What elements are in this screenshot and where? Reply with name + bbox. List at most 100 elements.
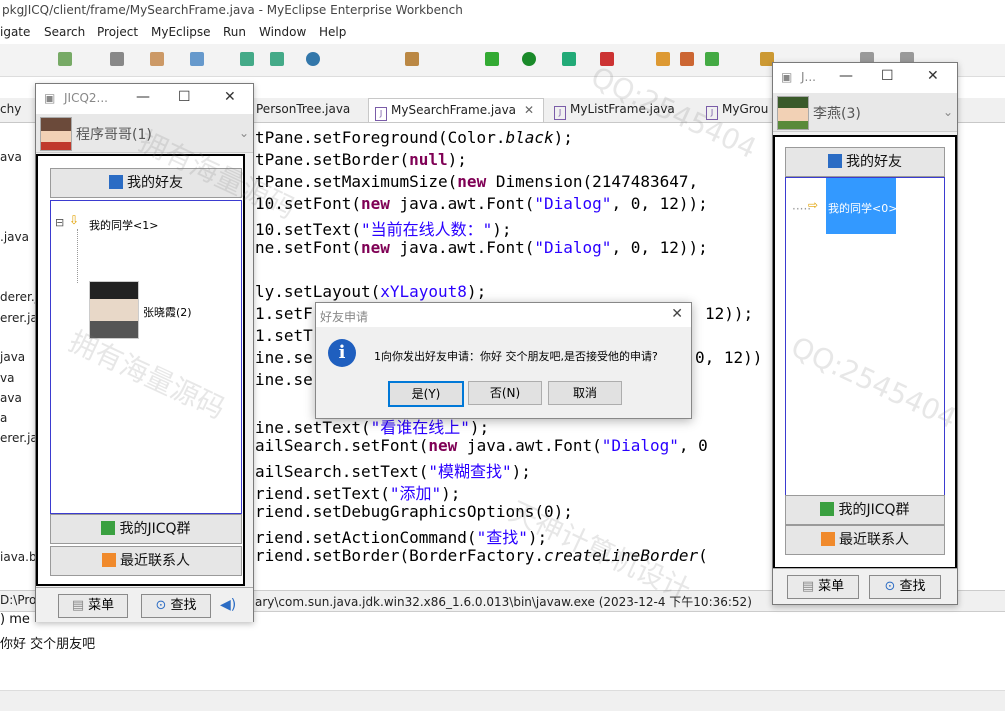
friend-tree: ⊟ ⇩ 我的同学<1> 张晓霞(2): [50, 200, 242, 514]
package-item[interactable]: ava: [0, 150, 22, 164]
chevron-down-icon[interactable]: ⌄: [943, 105, 953, 119]
my-friends-button[interactable]: 我的好友: [50, 168, 242, 198]
java-file-icon: J: [706, 106, 718, 120]
code-line: 10.setText("当前在线人数：");: [255, 220, 512, 239]
code-line: riend.setBorder(BorderFactory.createLine…: [255, 546, 708, 565]
run-icon[interactable]: [522, 52, 536, 66]
group-label[interactable]: 我的同学<0>: [828, 200, 897, 216]
group-icon: [820, 502, 835, 516]
eclipse-title: pkgJICQ/client/frame/MySearchFrame.java …: [2, 3, 463, 17]
user-name: 李燕(3): [813, 106, 861, 122]
folder-arrow-icon: ⇩: [69, 213, 80, 227]
browser-icon[interactable]: [306, 52, 320, 66]
group-label[interactable]: 我的同学<1>: [89, 217, 158, 233]
contact-avatar: [89, 281, 139, 339]
recent-contacts-button[interactable]: 最近联系人: [50, 546, 242, 576]
friends-panel: 我的好友 ⊟ ⇩ 我的同学<1> 张晓霞(2) 我的JICQ群 最近联系人: [36, 154, 245, 586]
jicq-group-button[interactable]: 我的JICQ群: [785, 495, 945, 525]
new-package-icon[interactable]: [656, 52, 670, 66]
search-icon: ⊙: [884, 579, 896, 594]
code-line: ailSearch.setText("模糊查找");: [255, 462, 531, 481]
package-item[interactable]: a: [0, 411, 7, 425]
tab-mysearchframe[interactable]: J MySearchFrame.java ✕: [368, 98, 544, 122]
menu-myeclipse[interactable]: MyEclipse: [151, 25, 211, 39]
menu-button[interactable]: ▤ 菜单: [58, 594, 128, 618]
user-selector[interactable]: 李燕(3) ⌄: [773, 93, 957, 132]
maximize-icon[interactable]: ☐: [178, 89, 191, 105]
open-type-icon[interactable]: [405, 52, 419, 66]
package-item[interactable]: .java: [0, 230, 29, 244]
jicq-window-left: ▣ JICQ2... — ☐ ✕ 程序哥哥(1) ⌄ 我的好友 ⊟ ⇩ 我的同学…: [35, 83, 254, 622]
package-item[interactable]: ava: [0, 391, 22, 405]
code-line: tPane.setForeground(Color.black);: [255, 128, 573, 147]
deploy-icon[interactable]: [190, 52, 204, 66]
jicq-group-button[interactable]: 我的JICQ群: [50, 514, 242, 544]
code-line: ine.se: [255, 370, 313, 389]
menu-run[interactable]: Run: [223, 25, 246, 39]
console-path: ary\com.sun.java.jdk.win32.x86_1.6.0.013…: [255, 595, 752, 609]
menu-icon: ▤: [801, 579, 815, 594]
package-item[interactable]: va: [0, 371, 14, 385]
build-icon[interactable]: [150, 52, 164, 66]
menu-help[interactable]: Help: [319, 25, 346, 39]
menu-window[interactable]: Window: [259, 25, 306, 39]
minimize-icon[interactable]: —: [839, 68, 853, 84]
close-icon[interactable]: ✕: [524, 103, 534, 117]
maximize-icon[interactable]: ☐: [881, 68, 894, 84]
speaker-icon[interactable]: ◀): [220, 597, 236, 613]
user-name: 程序哥哥(1): [76, 127, 152, 143]
package-item[interactable]: erer.ja: [0, 311, 38, 325]
yes-button[interactable]: 是(Y): [388, 381, 464, 407]
code-line: 1.setF: [255, 304, 313, 323]
tab-persontree[interactable]: PersonTree.java: [250, 98, 368, 121]
recent-icon: [102, 553, 116, 567]
window-title-bar: ▣ JICQ2... — ☐ ✕: [36, 84, 253, 114]
code-line: tPane.setBorder(null);: [255, 150, 467, 169]
new-class-icon[interactable]: [680, 52, 694, 66]
close-icon[interactable]: ✕: [224, 89, 236, 105]
window-title-bar: ▣ J... — ☐ ✕: [773, 63, 957, 93]
my-friends-button[interactable]: 我的好友: [785, 147, 945, 177]
server2-icon[interactable]: [270, 52, 284, 66]
menu-button[interactable]: ▤ 菜单: [787, 575, 859, 599]
contact-name[interactable]: 张晓霞(2): [143, 304, 192, 320]
menu-icon: ▤: [71, 598, 85, 613]
no-button[interactable]: 否(N): [468, 381, 542, 405]
package-item[interactable]: java: [0, 350, 25, 364]
bottom-bar: ▤ 菜单 ⊙ 查找 ◀): [36, 587, 253, 622]
minimize-icon[interactable]: —: [136, 89, 150, 105]
code-fragment: 0, 12)): [695, 348, 763, 367]
server-icon[interactable]: [240, 52, 254, 66]
save-icon[interactable]: [110, 52, 124, 66]
avatar: [40, 117, 72, 151]
new-icon[interactable]: [58, 52, 72, 66]
menu-project[interactable]: Project: [97, 25, 138, 39]
menu-search[interactable]: Search: [44, 25, 85, 39]
package-item[interactable]: derer.j: [0, 290, 38, 304]
chevron-down-icon[interactable]: ⌄: [239, 126, 249, 140]
info-icon: i: [328, 339, 356, 367]
refresh-icon[interactable]: [705, 52, 719, 66]
cancel-button[interactable]: 取消: [548, 381, 622, 405]
search-button[interactable]: ⊙ 查找: [869, 575, 941, 599]
folder-arrow-icon: ⇨: [808, 198, 819, 212]
dialog-title-bar: 好友申请 ✕: [316, 303, 691, 327]
user-selector[interactable]: 程序哥哥(1) ⌄: [36, 114, 253, 153]
window-title: J...: [801, 70, 816, 84]
close-icon[interactable]: ✕: [671, 306, 683, 322]
search-button[interactable]: ⊙ 查找: [141, 594, 211, 618]
friend-request-dialog: 好友申请 ✕ i 1向你发出好友申请：你好 交个朋友吧,是否接受他的申请? 是(…: [315, 302, 692, 419]
external-tools-icon[interactable]: [600, 52, 614, 66]
close-icon[interactable]: ✕: [927, 68, 939, 84]
java-file-icon: J: [554, 106, 566, 120]
tab-mylistframe[interactable]: J MyListFrame.java: [548, 98, 694, 121]
coverage-icon[interactable]: [562, 52, 576, 66]
recent-contacts-button[interactable]: 最近联系人: [785, 525, 945, 555]
code-line: riend.setActionCommand("查找");: [255, 528, 548, 547]
collapse-icon[interactable]: ⊟: [55, 216, 64, 229]
avatar: [777, 96, 809, 130]
debug-icon[interactable]: [485, 52, 499, 66]
menu-navigate[interactable]: igate: [0, 25, 30, 39]
package-item[interactable]: chy: [0, 102, 21, 116]
window-icon: ▣: [44, 91, 56, 105]
